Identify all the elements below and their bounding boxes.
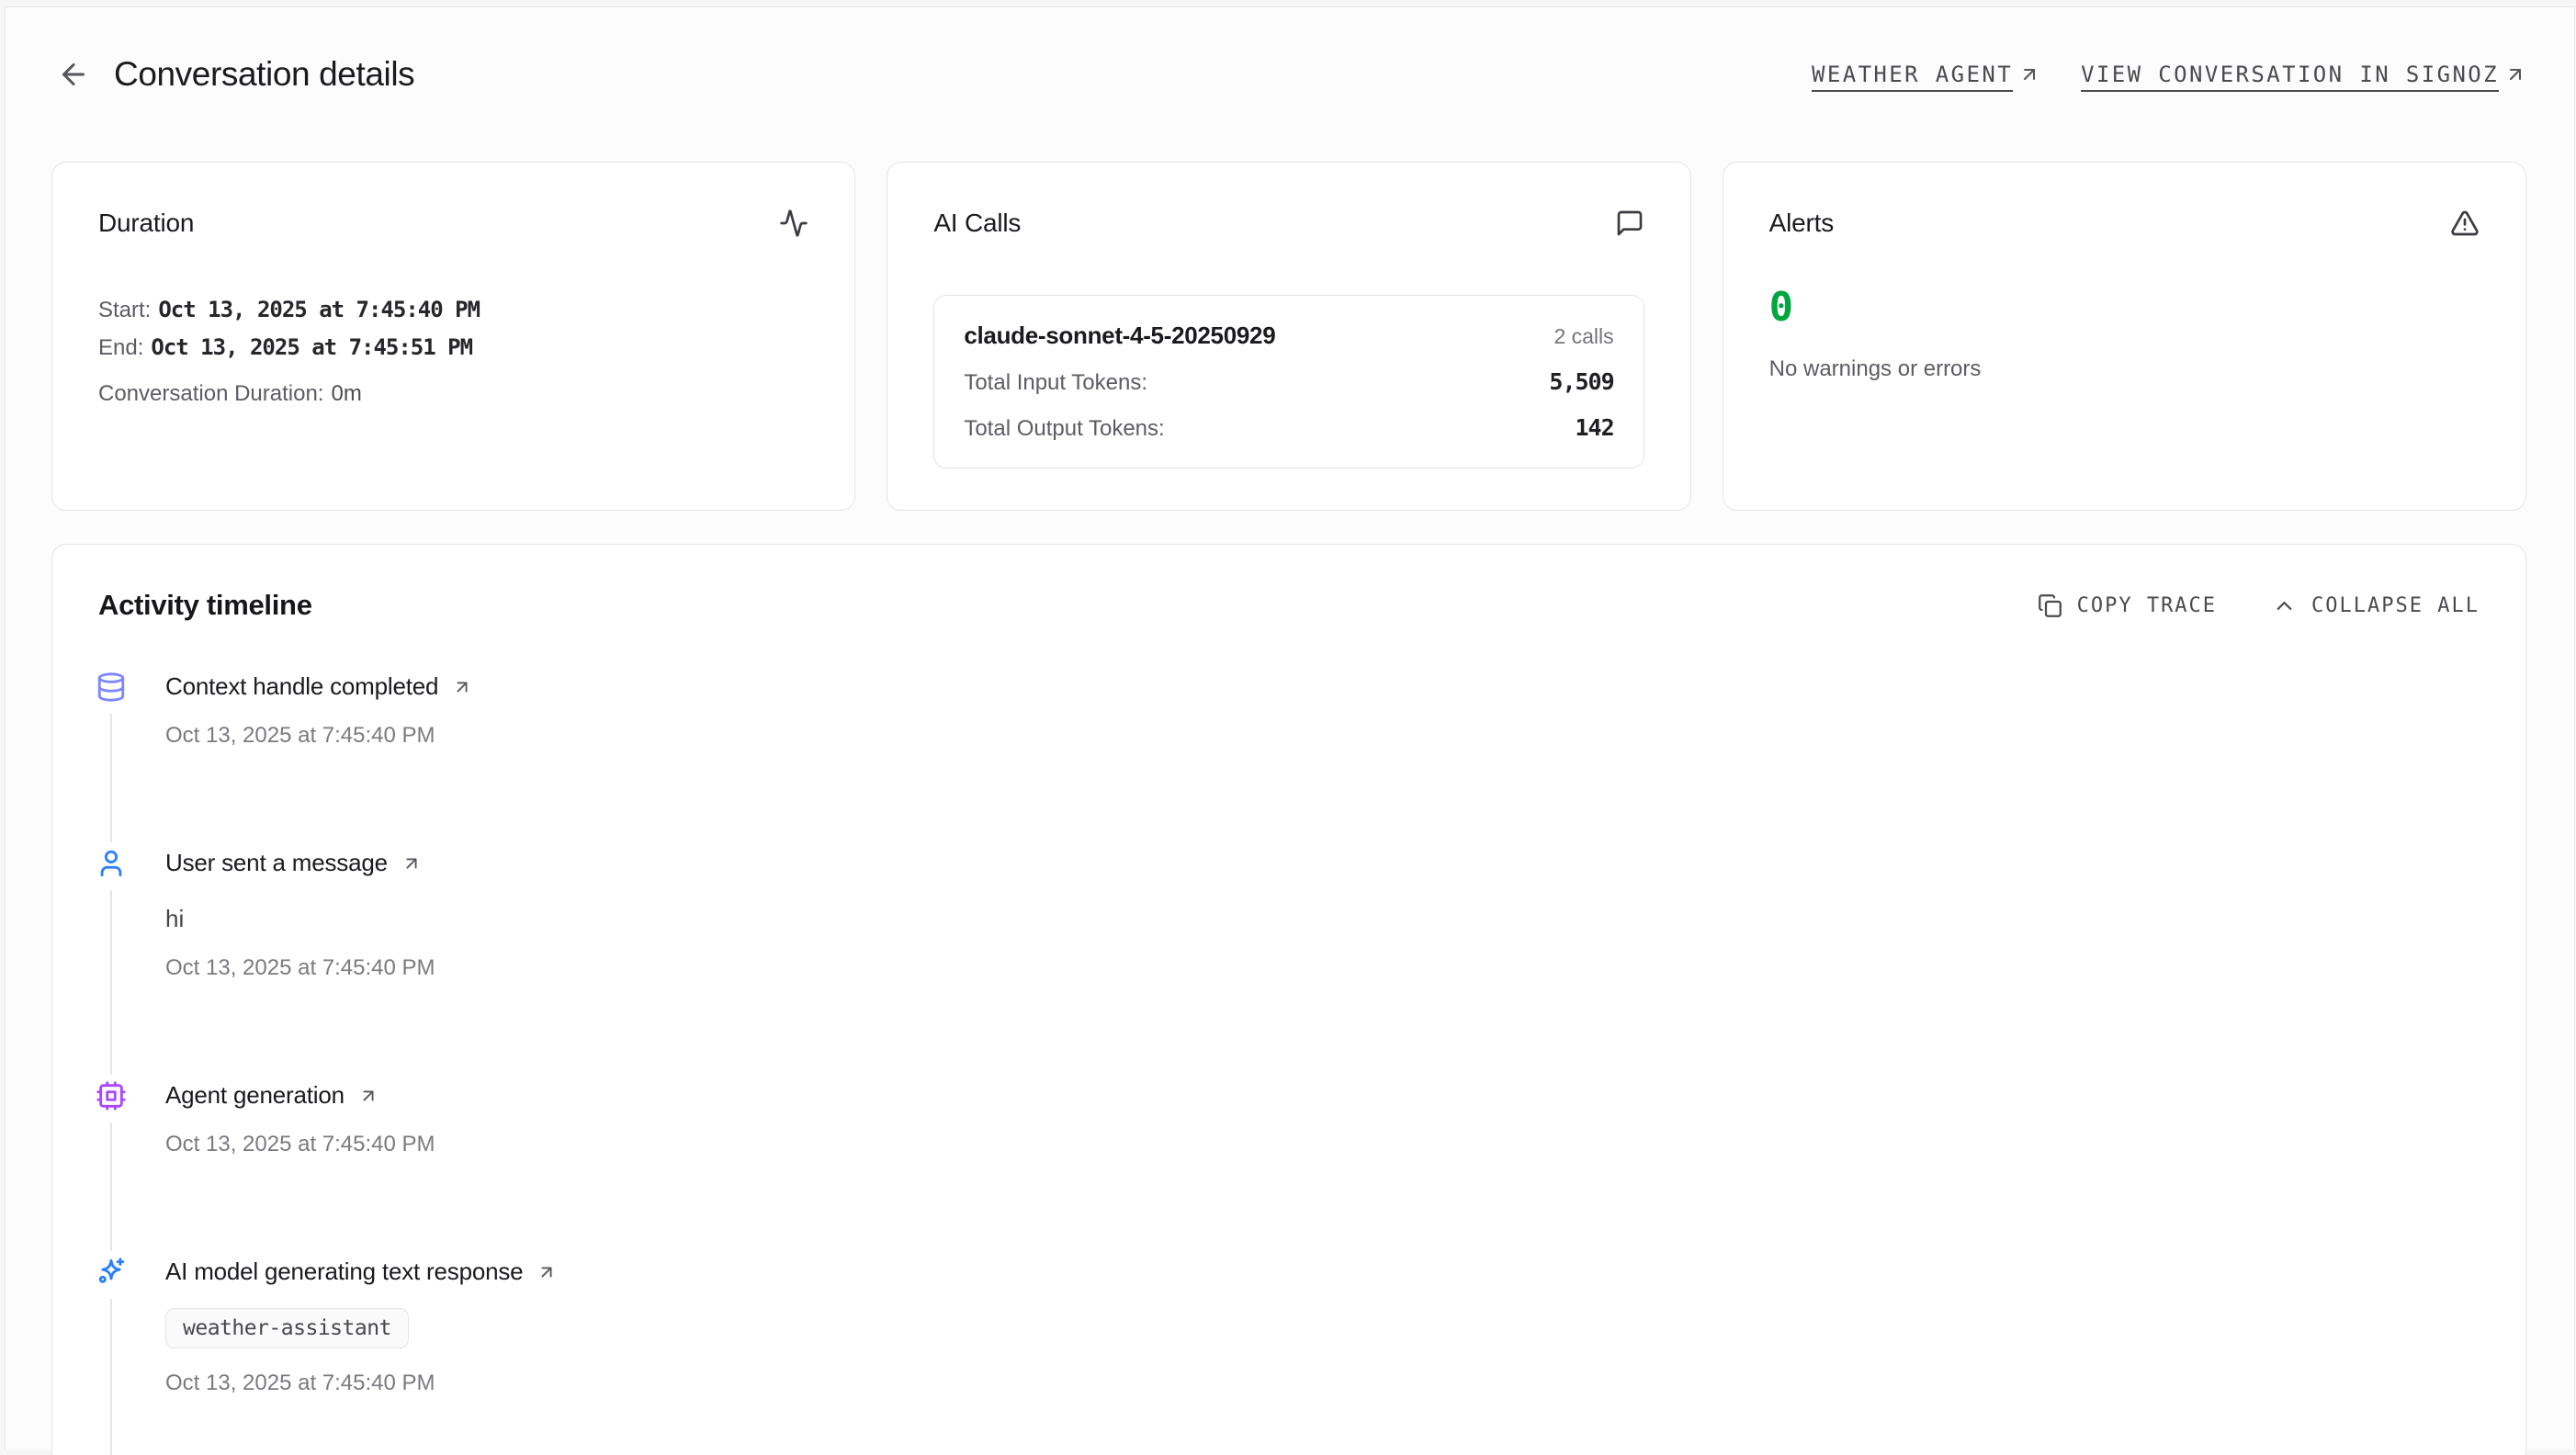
header-links: WEATHER AGENT VIEW CONVERSATION IN SIGNO…	[1812, 62, 2526, 87]
conversation-duration-row: Conversation Duration: 0m	[98, 376, 808, 412]
timeline-item-title-text: User sent a message	[165, 849, 388, 877]
timeline-item-title[interactable]: User sent a message	[165, 849, 435, 877]
start-label: Start:	[98, 298, 151, 322]
weather-agent-link-label: WEATHER AGENT	[1812, 62, 2013, 87]
start-value: Oct 13, 2025 at 7:45:40 PM	[158, 297, 480, 322]
arrow-left-icon	[57, 58, 90, 91]
timeline-item-timestamp: Oct 13, 2025 at 7:45:40 PM	[165, 955, 435, 981]
timeline-item-timestamp: Oct 13, 2025 at 7:45:40 PM	[165, 1370, 557, 1396]
external-link-icon	[358, 1086, 378, 1106]
duration-card-title: Duration	[98, 209, 194, 238]
sparkles-icon	[96, 1257, 127, 1288]
output-tokens-label: Total Output Tokens:	[964, 416, 1164, 442]
timeline-rail	[94, 1257, 129, 1455]
copy-trace-label: COPY TRACE	[2077, 594, 2217, 617]
timeline-item-timestamp: Oct 13, 2025 at 7:45:40 PM	[165, 723, 472, 749]
timeline-item-title-text: Context handle completed	[165, 672, 438, 701]
collapse-all-label: COLLAPSE ALL	[2311, 594, 2480, 617]
timeline-item: Context handle completed Oct 13, 2025 at…	[94, 671, 2480, 848]
page-header: Conversation details WEATHER AGENT VIEW …	[6, 7, 2574, 94]
model-name: claude-sonnet-4-5-20250929	[964, 321, 1275, 350]
output-tokens-value: 142	[1576, 414, 1614, 441]
end-value: Oct 13, 2025 at 7:45:51 PM	[151, 334, 472, 360]
alert-message: No warnings or errors	[1769, 356, 2480, 382]
user-icon	[96, 848, 127, 879]
stat-cards-row: Duration Start: Oct 13, 2025 at 7:45:40 P…	[51, 162, 2526, 511]
back-button[interactable]	[57, 58, 90, 91]
database-icon	[96, 671, 127, 703]
timeline-rail	[94, 1080, 129, 1257]
timeline-item: User sent a message hi Oct 13, 2025 at 7…	[94, 848, 2480, 1080]
external-link-icon	[452, 677, 472, 697]
activity-timeline-title: Activity timeline	[98, 589, 312, 622]
ai-calls-card-title: AI Calls	[933, 209, 1021, 238]
message-square-icon	[1615, 209, 1644, 238]
conversation-details-page: Conversation details WEATHER AGENT VIEW …	[5, 6, 2575, 1449]
copy-icon	[2038, 593, 2062, 618]
ai-calls-card: AI Calls claude-sonnet-4-5-20250929 2 ca…	[887, 162, 1690, 511]
end-row: End: Oct 13, 2025 at 7:45:51 PM	[98, 329, 808, 367]
external-link-icon	[537, 1262, 557, 1282]
timeline-item-badge-row: weather-assistant	[165, 1308, 557, 1348]
start-row: Start: Oct 13, 2025 at 7:45:40 PM	[98, 291, 808, 329]
input-tokens-label: Total Input Tokens:	[964, 370, 1147, 396]
input-tokens-value: 5,509	[1549, 368, 1613, 395]
timeline-item-body: hi	[165, 905, 435, 933]
timeline-item-title-text: AI model generating text response	[165, 1258, 523, 1286]
model-usage-box: claude-sonnet-4-5-20250929 2 calls Total…	[933, 295, 1644, 468]
conversation-duration-label: Conversation Duration:	[98, 381, 323, 406]
conversation-duration-value: 0m	[331, 381, 361, 406]
timeline-list: Context handle completed Oct 13, 2025 at…	[52, 671, 2525, 1455]
chevron-up-icon	[2272, 593, 2297, 618]
activity-timeline-card: Activity timeline COPY TRACE COLLAPSE AL…	[51, 544, 2526, 1455]
external-link-icon	[401, 853, 422, 874]
collapse-all-button[interactable]: COLLAPSE ALL	[2272, 593, 2480, 618]
copy-trace-button[interactable]: COPY TRACE	[2038, 593, 2217, 618]
activity-icon	[779, 209, 808, 238]
timeline-item-badge: weather-assistant	[165, 1308, 409, 1348]
external-link-icon	[2504, 63, 2526, 85]
page-title: Conversation details	[114, 55, 414, 94]
timeline-item-title[interactable]: Agent generation	[165, 1081, 435, 1110]
alerts-card-title: Alerts	[1769, 209, 1834, 238]
timeline-connector-line	[110, 890, 112, 1075]
external-link-icon	[2018, 63, 2040, 85]
triangle-alert-icon	[2450, 209, 2480, 238]
alert-count: 0	[1769, 284, 2480, 331]
timeline-item-content: Context handle completed Oct 13, 2025 at…	[165, 671, 472, 848]
timeline-item-title-text: Agent generation	[165, 1081, 345, 1110]
timeline-item: AI model generating text response weathe…	[94, 1257, 2480, 1455]
timeline-connector-line	[110, 1122, 112, 1251]
view-conversation-signoz-link-label: VIEW CONVERSATION IN SIGNOZ	[2081, 62, 2499, 87]
timeline-item-content: Agent generation Oct 13, 2025 at 7:45:40…	[165, 1080, 435, 1257]
view-conversation-signoz-link[interactable]: VIEW CONVERSATION IN SIGNOZ	[2081, 62, 2526, 87]
timeline-item: Agent generation Oct 13, 2025 at 7:45:40…	[94, 1080, 2480, 1257]
timeline-item-title[interactable]: Context handle completed	[165, 672, 472, 701]
model-call-count: 2 calls	[1554, 324, 1613, 349]
timeline-item-content: User sent a message hi Oct 13, 2025 at 7…	[165, 848, 435, 1080]
timeline-item-content: AI model generating text response weathe…	[165, 1257, 557, 1455]
timeline-rail	[94, 848, 129, 1080]
duration-card: Duration Start: Oct 13, 2025 at 7:45:40 P…	[51, 162, 855, 511]
timeline-item-timestamp: Oct 13, 2025 at 7:45:40 PM	[165, 1132, 435, 1157]
timeline-rail	[94, 671, 129, 848]
cpu-icon	[96, 1080, 127, 1111]
timeline-connector-line	[110, 714, 112, 842]
alerts-card: Alerts 0 No warnings or errors	[1723, 162, 2526, 511]
timeline-connector-line	[110, 1299, 112, 1455]
weather-agent-link[interactable]: WEATHER AGENT	[1812, 62, 2040, 87]
end-label: End:	[98, 335, 143, 360]
timeline-item-title[interactable]: AI model generating text response	[165, 1258, 557, 1286]
